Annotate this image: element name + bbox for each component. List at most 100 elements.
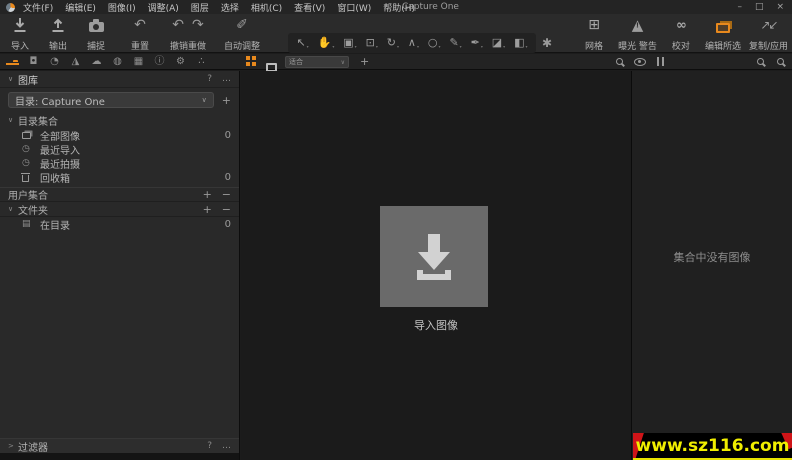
add-folder-button[interactable]: + bbox=[203, 203, 212, 216]
tab-output[interactable]: ∴ bbox=[195, 56, 208, 67]
user-collections-label: 用户集合 bbox=[8, 191, 48, 202]
menu-window[interactable]: 窗口(W) bbox=[337, 1, 371, 14]
window-controls: – □ × bbox=[737, 0, 784, 14]
sidebar-item-in-catalog[interactable]: ▤ 在目录 0 bbox=[0, 217, 239, 232]
redo-icon[interactable]: ↷ bbox=[192, 17, 204, 33]
tab-adjustments[interactable]: ▦ bbox=[132, 56, 145, 67]
sidebar-item-recent-captures[interactable]: ◷ 最近拍摄 bbox=[0, 156, 239, 171]
folders-header[interactable]: ∨ 文件夹 + − bbox=[0, 202, 239, 217]
sidebar-bottom-strip bbox=[0, 453, 239, 460]
catalog-collections-header[interactable]: ∨ 目录集合 bbox=[0, 112, 239, 128]
camera-icon bbox=[88, 16, 104, 34]
menu-adjustments[interactable]: 调整(A) bbox=[148, 1, 179, 14]
close-button[interactable]: × bbox=[776, 2, 784, 12]
remove-folder-button[interactable]: − bbox=[222, 203, 231, 216]
sidebar-item-trash[interactable]: 回收箱 0 bbox=[0, 170, 239, 185]
exposure-warning-button[interactable]: ▲! 曝光 警告 bbox=[618, 16, 657, 52]
menu-select[interactable]: 选择 bbox=[221, 1, 239, 14]
tool-spot-icon[interactable]: ○ bbox=[428, 37, 441, 49]
tool-rotate-icon[interactable]: ↻ bbox=[387, 37, 399, 49]
all-images-icon bbox=[22, 131, 34, 139]
tab-exposure[interactable]: ☁ bbox=[90, 56, 103, 67]
help-button[interactable]: ? bbox=[207, 74, 212, 84]
menu-camera[interactable]: 相机(C) bbox=[251, 1, 282, 14]
viewer-right-icons bbox=[616, 54, 664, 69]
sidebar-item-all-images[interactable]: 全部图像 0 bbox=[0, 128, 239, 143]
tool-draw-mask-icon[interactable]: ✎ bbox=[449, 37, 461, 49]
filters-label: 过滤器 bbox=[18, 442, 48, 454]
menu-view[interactable]: 查看(V) bbox=[294, 1, 325, 14]
chevron-down-icon: ∨ bbox=[340, 58, 345, 66]
output-button[interactable]: 输出 bbox=[42, 16, 74, 52]
tool-gradient-mask-icon[interactable]: ◧ bbox=[514, 37, 527, 49]
tool-keystone-icon[interactable]: ∧ bbox=[408, 37, 419, 49]
menu-edit[interactable]: 编辑(E) bbox=[65, 1, 96, 14]
import-label: 导入 bbox=[10, 42, 29, 52]
app-logo-icon bbox=[6, 2, 15, 12]
main-toolbar: 导入 输出 捕捉 ↶ 重置 ↶ ↷ 撤销重做 ✐ 自动调整 ↖ ▾ ✋ ▾ ▣ … bbox=[0, 14, 792, 68]
trash-icon bbox=[21, 172, 34, 182]
more-button[interactable]: … bbox=[222, 74, 231, 84]
tool-crop-icon[interactable]: ⊡ bbox=[366, 37, 378, 49]
maximize-button[interactable]: □ bbox=[755, 2, 764, 12]
proof-button[interactable]: ∞ 校对 bbox=[665, 16, 697, 53]
speed-edit-icon[interactable]: ✱ bbox=[542, 36, 552, 50]
proof-eye-icon[interactable] bbox=[634, 57, 646, 66]
user-collections-header[interactable]: 用户集合 + − bbox=[0, 187, 239, 202]
sidebar-item-recent-imports[interactable]: ◷ 最近导入 bbox=[0, 142, 239, 157]
help-button[interactable]: ? bbox=[207, 441, 212, 451]
tool-pointer-icon[interactable]: ↖ bbox=[296, 37, 308, 49]
compare-icon[interactable] bbox=[657, 57, 664, 66]
reset-button[interactable]: ↶ 重置 bbox=[124, 16, 156, 52]
catalog-select[interactable]: 目录: Capture One ∨ bbox=[8, 92, 214, 108]
capture-label: 捕捉 bbox=[86, 42, 105, 52]
add-collection-button[interactable]: + bbox=[203, 188, 212, 201]
viewer-area: 导入图像 bbox=[241, 71, 631, 460]
window-title: Capture One bbox=[402, 2, 459, 12]
catalog-collections-label: 目录集合 bbox=[18, 116, 58, 128]
sub-toolbar: ◘ ◔ ◮ ☁ ◍ ▦ ⓘ ⚙ ∴ 适合 ∨ + bbox=[0, 54, 792, 72]
grid-button[interactable]: ⊞ 网格 bbox=[578, 16, 610, 52]
reset-label: 重置 bbox=[130, 42, 149, 52]
more-button[interactable]: … bbox=[222, 441, 231, 451]
tool-loupe-icon[interactable]: ▣ bbox=[343, 37, 356, 49]
focus-loupe-icon[interactable] bbox=[616, 58, 623, 65]
tab-color[interactable]: ◮ bbox=[69, 56, 82, 67]
tab-settings[interactable]: ⚙ bbox=[174, 56, 187, 67]
capture-button[interactable]: 捕捉 bbox=[80, 16, 112, 52]
tab-metadata[interactable]: ⓘ bbox=[153, 56, 166, 67]
output-icon bbox=[50, 16, 66, 34]
menu-file[interactable]: 文件(F) bbox=[23, 1, 53, 14]
tab-lens[interactable]: ◔ bbox=[48, 56, 61, 67]
minimize-button[interactable]: – bbox=[737, 2, 742, 12]
tab-details[interactable]: ◍ bbox=[111, 56, 124, 67]
import-images-tile[interactable] bbox=[380, 206, 488, 307]
auto-adjust-icon: ✐ bbox=[236, 17, 248, 33]
zoom-in-button[interactable]: + bbox=[360, 55, 369, 68]
grid-label: 网格 bbox=[585, 42, 604, 52]
browser-zoom-icon[interactable] bbox=[757, 58, 764, 65]
stacked-photos-icon bbox=[715, 16, 730, 34]
download-arrow-icon bbox=[417, 233, 451, 280]
search-icon[interactable] bbox=[777, 58, 784, 65]
item-label: 最近拍摄 bbox=[40, 159, 80, 171]
auto-adjust-button[interactable]: ✐ 自动调整 bbox=[220, 16, 264, 52]
tool-pen-icon[interactable]: ✒ bbox=[471, 37, 483, 49]
filters-header[interactable]: > 过滤器 ? … bbox=[0, 438, 239, 454]
tool-pan-icon[interactable]: ✋ bbox=[318, 37, 335, 49]
menu-layers[interactable]: 图层 bbox=[191, 1, 209, 14]
import-button[interactable]: 导入 bbox=[4, 16, 36, 52]
menubar: 文件(F) 编辑(E) 图像(I) 调整(A) 图层 选择 相机(C) 查看(V… bbox=[23, 1, 415, 14]
copy-apply-button[interactable]: ↗↙ 复制/应用 bbox=[749, 16, 788, 52]
zoom-select[interactable]: 适合 ∨ bbox=[285, 56, 349, 68]
undo-icon[interactable]: ↶ bbox=[172, 17, 184, 33]
tool-erase-mask-icon[interactable]: ◪ bbox=[492, 37, 505, 49]
add-catalog-button[interactable]: + bbox=[222, 94, 231, 107]
watermark-text: www.sz116.com bbox=[635, 435, 790, 456]
menu-image[interactable]: 图像(I) bbox=[108, 1, 136, 14]
remove-collection-button[interactable]: − bbox=[222, 188, 231, 201]
tab-capture[interactable]: ◘ bbox=[27, 56, 40, 67]
library-header[interactable]: ∨ 图库 ? … bbox=[0, 71, 239, 88]
item-label: 在目录 bbox=[40, 220, 70, 232]
edit-selected-button[interactable]: 编辑所选 bbox=[705, 16, 741, 52]
